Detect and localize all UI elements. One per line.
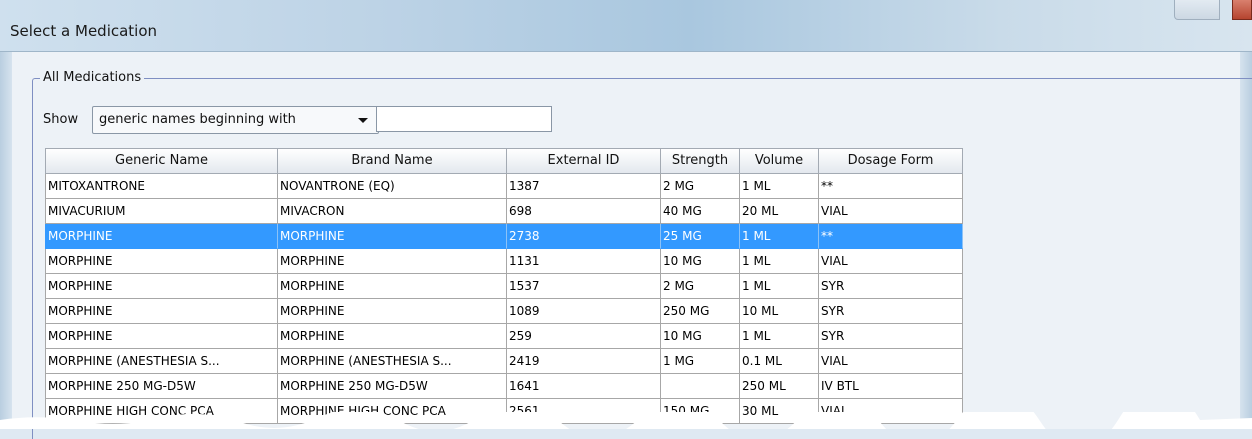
table-row[interactable]: MIVACURIUM MIVACRON 698 40 MG 20 ML VIAL: [45, 199, 979, 224]
window-frame-left: [0, 52, 12, 429]
table-body: MITOXANTRONE NOVANTRONE (EQ) 1387 2 MG 1 ML *…: [45, 174, 979, 424]
cell-dosage-form[interactable]: **: [819, 224, 963, 249]
column-header-external-id[interactable]: External ID: [507, 148, 661, 174]
cell-strength[interactable]: 10 MG: [661, 324, 740, 349]
cell-brand-name[interactable]: MIVACRON: [278, 199, 507, 224]
table-row[interactable]: MORPHINE MORPHINE 1537 2 MG 1 ML SYR: [45, 274, 979, 299]
column-header-volume[interactable]: Volume: [740, 148, 819, 174]
column-header-strength[interactable]: Strength: [661, 148, 740, 174]
title-bar[interactable]: Select a Medication: [0, 0, 1252, 52]
table-row[interactable]: MORPHINE MORPHINE 1131 10 MG 1 ML VIAL: [45, 249, 979, 274]
column-header-dosage-form[interactable]: Dosage Form: [819, 148, 963, 174]
cell-volume[interactable]: 250 ML: [740, 374, 819, 399]
cell-dosage-form[interactable]: SYR: [819, 274, 963, 299]
column-header-generic-name[interactable]: Generic Name: [45, 148, 278, 174]
table-row[interactable]: MORPHINE 250 MG-D5W MORPHINE 250 MG-D5W 16…: [45, 374, 979, 399]
cell-volume[interactable]: 1 ML: [740, 174, 819, 199]
cell-external-id[interactable]: 2419: [507, 349, 661, 374]
cell-external-id[interactable]: 1089: [507, 299, 661, 324]
cell-strength[interactable]: 2 MG: [661, 274, 740, 299]
torn-edge: [0, 412, 1252, 429]
cell-volume[interactable]: 1 ML: [740, 224, 819, 249]
cell-volume[interactable]: 20 ML: [740, 199, 819, 224]
cell-generic-name[interactable]: MORPHINE: [45, 299, 278, 324]
cell-dosage-form[interactable]: SYR: [819, 299, 963, 324]
window-title: Select a Medication: [10, 22, 158, 40]
cell-brand-name[interactable]: MORPHINE: [278, 224, 507, 249]
dialog-body: All Medications Show generic names begin…: [0, 52, 1252, 439]
cell-brand-name[interactable]: MORPHINE: [278, 299, 507, 324]
cell-strength[interactable]: 40 MG: [661, 199, 740, 224]
cell-generic-name[interactable]: MORPHINE 250 MG-D5W: [45, 374, 278, 399]
cell-dosage-form[interactable]: **: [819, 174, 963, 199]
cell-external-id[interactable]: 1641: [507, 374, 661, 399]
cell-brand-name[interactable]: MORPHINE: [278, 249, 507, 274]
show-label: Show: [43, 112, 79, 127]
cell-external-id[interactable]: 2738: [507, 224, 661, 249]
cell-volume[interactable]: 1 ML: [740, 249, 819, 274]
table-header: Generic Name Brand Name External ID Stre…: [45, 148, 979, 174]
medications-table: Generic Name Brand Name External ID Stre…: [45, 148, 979, 424]
cell-volume[interactable]: 0.1 ML: [740, 349, 819, 374]
cell-generic-name[interactable]: MITOXANTRONE: [45, 174, 278, 199]
cell-brand-name[interactable]: MORPHINE (ANESTHESIA S...: [278, 349, 507, 374]
table-row[interactable]: MORPHINE (ANESTHESIA S... MORPHINE (ANEST…: [45, 349, 979, 374]
table-row[interactable]: MORPHINE MORPHINE 259 10 MG 1 ML SYR: [45, 324, 979, 349]
group-legend: All Medications: [40, 70, 145, 85]
cell-strength[interactable]: 1 MG: [661, 349, 740, 374]
cell-dosage-form[interactable]: VIAL: [819, 199, 963, 224]
cell-external-id[interactable]: 1387: [507, 174, 661, 199]
cell-strength[interactable]: 2 MG: [661, 174, 740, 199]
cell-dosage-form[interactable]: VIAL: [819, 249, 963, 274]
cell-external-id[interactable]: 1537: [507, 274, 661, 299]
cell-strength[interactable]: 25 MG: [661, 224, 740, 249]
cell-strength[interactable]: 250 MG: [661, 299, 740, 324]
cell-generic-name[interactable]: MORPHINE: [45, 249, 278, 274]
cell-brand-name[interactable]: MORPHINE: [278, 274, 507, 299]
cell-volume[interactable]: 1 ML: [740, 324, 819, 349]
cell-generic-name[interactable]: MORPHINE: [45, 324, 278, 349]
cell-generic-name[interactable]: MORPHINE (ANESTHESIA S...: [45, 349, 278, 374]
minimize-button[interactable]: [1174, 0, 1220, 20]
table-row[interactable]: MORPHINE MORPHINE 1089 250 MG 10 ML SYR: [45, 299, 979, 324]
cell-generic-name[interactable]: MORPHINE: [45, 224, 278, 249]
cell-external-id[interactable]: 698: [507, 199, 661, 224]
table-row[interactable]: MITOXANTRONE NOVANTRONE (EQ) 1387 2 MG 1 ML *…: [45, 174, 979, 199]
cell-generic-name[interactable]: MORPHINE: [45, 274, 278, 299]
cell-generic-name[interactable]: MIVACURIUM: [45, 199, 278, 224]
cell-brand-name[interactable]: NOVANTRONE (EQ): [278, 174, 507, 199]
cell-external-id[interactable]: 1131: [507, 249, 661, 274]
cell-volume[interactable]: 10 ML: [740, 299, 819, 324]
cell-strength[interactable]: [661, 374, 740, 399]
close-button[interactable]: [1232, 0, 1252, 20]
filter-mode-value: generic names beginning with: [99, 112, 296, 127]
cell-strength[interactable]: 10 MG: [661, 249, 740, 274]
cell-brand-name[interactable]: MORPHINE 250 MG-D5W: [278, 374, 507, 399]
column-header-brand-name[interactable]: Brand Name: [278, 148, 507, 174]
chevron-down-icon: [358, 118, 368, 123]
cell-dosage-form[interactable]: IV BTL: [819, 374, 963, 399]
cell-brand-name[interactable]: MORPHINE: [278, 324, 507, 349]
cell-external-id[interactable]: 259: [507, 324, 661, 349]
cell-volume[interactable]: 1 ML: [740, 274, 819, 299]
cell-dosage-form[interactable]: VIAL: [819, 349, 963, 374]
filter-mode-dropdown[interactable]: generic names beginning with: [92, 106, 379, 134]
table-row[interactable]: MORPHINE MORPHINE 2738 25 MG 1 ML **: [45, 224, 979, 249]
search-input[interactable]: [376, 106, 552, 132]
cell-dosage-form[interactable]: SYR: [819, 324, 963, 349]
